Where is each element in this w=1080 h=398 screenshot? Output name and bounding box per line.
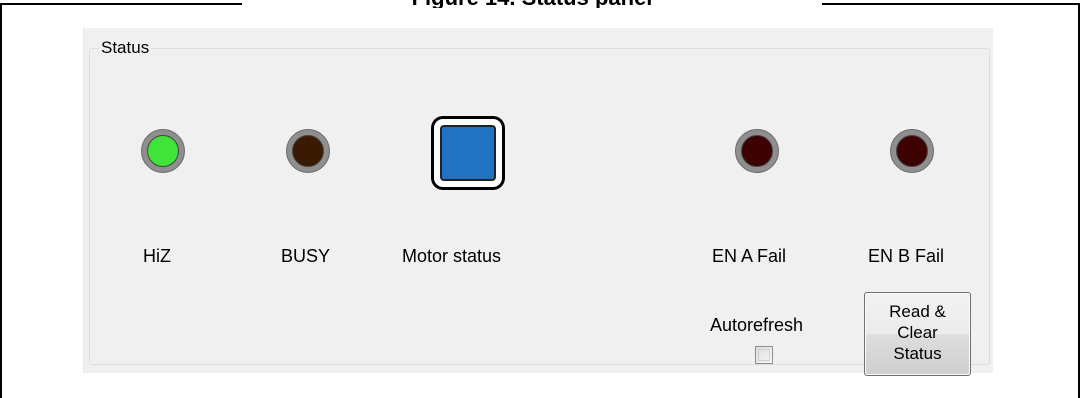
application-panel: Status HiZ BUSY Motor status EN A Fail E…	[83, 28, 993, 376]
en-b-fail-led-light	[896, 135, 928, 167]
en-b-fail-led-indicator	[890, 129, 934, 173]
hiz-led-light	[147, 135, 179, 167]
hiz-label: HiZ	[143, 246, 171, 266]
read-clear-status-button-line3: Status	[893, 344, 942, 363]
read-clear-status-button-line1: Read &	[889, 302, 946, 321]
busy-led-light	[292, 135, 324, 167]
status-groupbox-title: Status	[99, 38, 152, 58]
busy-label: BUSY	[281, 246, 331, 266]
read-clear-status-button[interactable]: Read & Clear Status	[864, 292, 971, 376]
en-a-fail-led-indicator	[735, 129, 779, 173]
figure-caption-cropped: Figure 14. Status panel	[242, 0, 822, 8]
autorefresh-checkbox[interactable]	[755, 346, 773, 364]
en-a-fail-led-light	[741, 135, 773, 167]
autorefresh-label: Autorefresh	[710, 315, 804, 335]
motor-status-label: Motor status	[402, 246, 502, 266]
status-groupbox: Status HiZ BUSY Motor status EN A Fail E…	[89, 38, 990, 376]
en-b-fail-label: EN B Fail	[868, 246, 945, 266]
hiz-led-indicator	[141, 129, 185, 173]
motor-status-indicator	[431, 116, 505, 190]
motor-status-indicator-border	[434, 119, 502, 187]
motor-status-indicator-fill	[440, 125, 496, 181]
busy-led-indicator	[286, 129, 330, 173]
en-a-fail-label: EN A Fail	[712, 246, 787, 266]
read-clear-status-button-line2: Clear	[897, 323, 938, 342]
